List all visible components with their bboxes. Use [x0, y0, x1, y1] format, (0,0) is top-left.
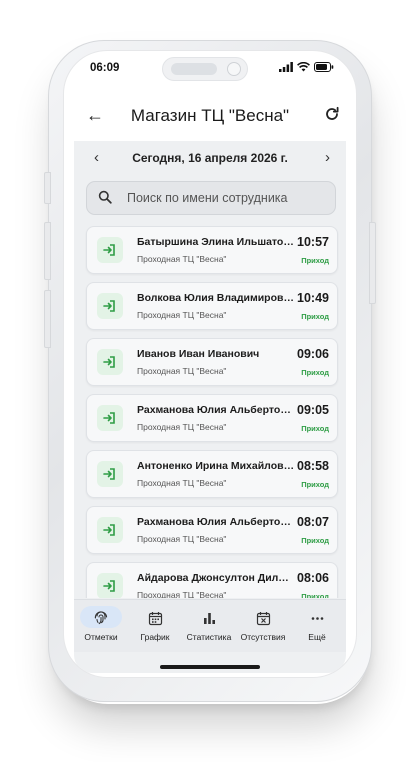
attendance-card[interactable]: Айдарова Джонсултон Дилбаровна Проходная… [86, 562, 338, 598]
home-indicator [160, 665, 260, 669]
nav-item-marks[interactable]: Отметки [74, 606, 128, 650]
search-input[interactable]: Поиск по имени сотрудника [86, 181, 336, 215]
status-icons [279, 62, 334, 72]
entry-type: Приход [301, 368, 329, 377]
nav-item-schedule[interactable]: График [128, 606, 182, 650]
attendance-card[interactable]: Рахманова Юлия Альбертовна Проходная ТЦ … [86, 394, 338, 442]
chevron-right-icon[interactable]: › [325, 149, 330, 166]
checkpoint-location: Проходная ТЦ "Весна" [137, 310, 227, 320]
status-time: 06:09 [90, 62, 120, 74]
nav-item-statistics[interactable]: Статистика [182, 606, 236, 650]
employee-name: Волкова Юлия Владимировна [137, 292, 295, 304]
entry-icon [97, 293, 123, 319]
calendar-icon [148, 611, 162, 625]
checkpoint-location: Проходная ТЦ "Весна" [137, 590, 227, 598]
page-title: Магазин ТЦ "Весна" [130, 106, 290, 125]
wifi-icon [297, 62, 310, 72]
current-date: Сегодня, 16 апреля 2026 г. [132, 151, 288, 165]
island-pill [171, 63, 217, 75]
entry-time: 10:57 [297, 235, 329, 249]
side-button-volume-up [44, 222, 51, 280]
entry-icon [97, 405, 123, 431]
nav-label: Ещё [308, 632, 326, 642]
attendance-card[interactable]: Волкова Юлия Владимировна Проходная ТЦ "… [86, 282, 338, 330]
entry-time: 09:05 [297, 403, 329, 417]
employee-name: Рахманова Юлия Альбертовна [137, 404, 295, 416]
attendance-card[interactable]: Батыршина Элина Ильшатовна Проходная ТЦ … [86, 226, 338, 274]
entry-time: 08:07 [297, 515, 329, 529]
island-camera [227, 62, 241, 76]
signal-icon [279, 62, 293, 72]
employee-name: Батыршина Элина Ильшатовна [137, 236, 295, 248]
side-button-mute [44, 172, 51, 204]
status-bar: 06:09 [64, 51, 356, 91]
entry-icon [97, 349, 123, 375]
entry-icon [97, 461, 123, 487]
entry-type: Приход [301, 536, 329, 545]
checkpoint-location: Проходная ТЦ "Весна" [137, 422, 227, 432]
search-icon [98, 190, 112, 204]
entry-icon [97, 517, 123, 543]
employee-name: Рахманова Юлия Альбертовна [137, 516, 295, 528]
attendance-list: Батыршина Элина Ильшатовна Проходная ТЦ … [74, 226, 346, 598]
app-header: ← Магазин ТЦ "Весна" [64, 97, 356, 141]
nav-item-absences[interactable]: Отсутствия [236, 606, 290, 650]
entry-type: Приход [301, 312, 329, 321]
employee-name: Айдарова Джонсултон Дилбаровна [137, 572, 295, 584]
entry-type: Приход [301, 480, 329, 489]
entry-icon [97, 573, 123, 598]
more-icon [311, 616, 323, 620]
attendance-card[interactable]: Антоненко Ирина Михайловна Проходная ТЦ … [86, 450, 338, 498]
side-button-power [369, 222, 376, 304]
phone-screen: 06:09 ← Магазин ТЦ "Весна" ‹ Сегодня, 16… [63, 50, 357, 678]
dynamic-island [162, 57, 248, 81]
employee-name: Иванов Иван Иванович [137, 348, 260, 360]
checkpoint-location: Проходная ТЦ "Весна" [137, 478, 227, 488]
search-placeholder: Поиск по имени сотрудника [127, 191, 288, 205]
entry-icon [97, 237, 123, 263]
entry-type: Приход [301, 424, 329, 433]
entry-time: 10:49 [297, 291, 329, 305]
date-navigator: ‹ Сегодня, 16 апреля 2026 г. › [74, 145, 346, 173]
checkpoint-location: Проходная ТЦ "Весна" [137, 254, 227, 264]
battery-icon [314, 62, 334, 72]
fingerprint-icon [94, 611, 108, 625]
bar-chart-icon [203, 612, 215, 624]
calendar-x-icon [256, 611, 270, 625]
employee-name: Антоненко Ирина Михайловна [137, 460, 295, 472]
side-button-volume-down [44, 290, 51, 348]
nav-item-more[interactable]: Ещё [290, 606, 344, 650]
attendance-card[interactable]: Иванов Иван Иванович Проходная ТЦ "Весна… [86, 338, 338, 386]
checkpoint-location: Проходная ТЦ "Весна" [137, 534, 227, 544]
attendance-card[interactable]: Рахманова Юлия Альбертовна Проходная ТЦ … [86, 506, 338, 554]
entry-type: Приход [301, 592, 329, 598]
refresh-icon[interactable] [324, 106, 340, 122]
checkpoint-location: Проходная ТЦ "Весна" [137, 366, 227, 376]
bottom-navigation: Отметки График Статистика Отсутствия Ещё [74, 599, 346, 652]
entry-time: 09:06 [297, 347, 329, 361]
entry-type: Приход [301, 256, 329, 265]
entry-time: 08:58 [297, 459, 329, 473]
entry-time: 08:06 [297, 571, 329, 585]
